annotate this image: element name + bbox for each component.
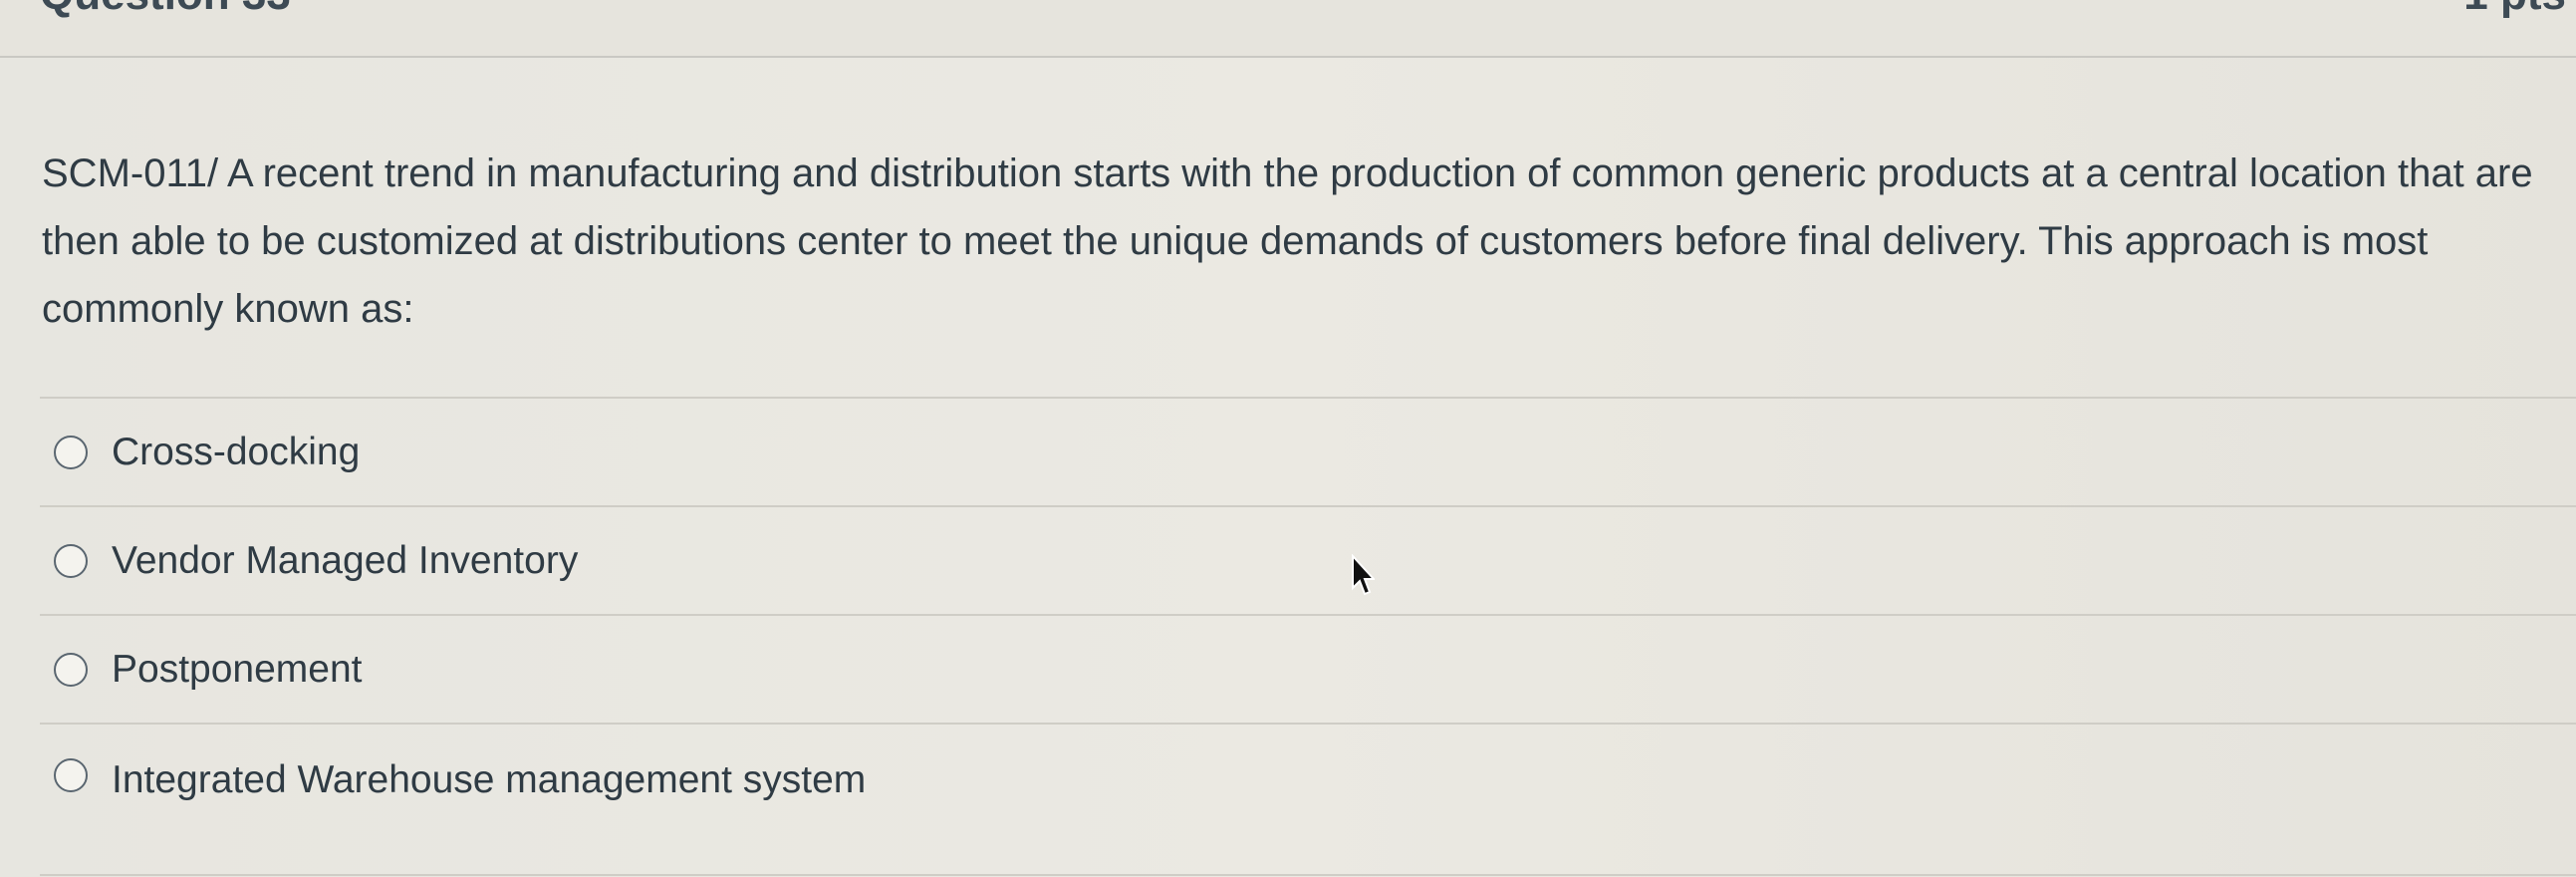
mouse-pointer-icon xyxy=(1352,554,1375,596)
answer-option-postponement[interactable]: Postponement xyxy=(40,614,2576,723)
answer-option-cross-docking[interactable]: Cross-docking xyxy=(40,397,2576,505)
question-text: SCM-011/ A recent trend in manufacturing… xyxy=(42,151,2533,331)
radio-unselected-icon[interactable] xyxy=(54,435,88,469)
answer-label[interactable]: Integrated Warehouse management system xyxy=(112,758,866,802)
answer-label[interactable]: Cross-docking xyxy=(112,431,360,474)
question-points: 1 pts xyxy=(2463,0,2566,20)
radio-unselected-icon[interactable] xyxy=(54,758,88,792)
answer-list: Cross-docking Vendor Managed Inventory P… xyxy=(40,397,2576,876)
answer-option-integrated-warehouse-management-system[interactable]: Integrated Warehouse management system xyxy=(40,723,2576,876)
radio-unselected-icon[interactable] xyxy=(54,543,88,578)
answer-option-vendor-managed-inventory[interactable]: Vendor Managed Inventory xyxy=(40,505,2576,614)
quiz-page: Question 33 1 pts SCM-011/ A recent tren… xyxy=(0,0,2576,877)
question-title: Question 33 xyxy=(40,0,291,20)
answer-label[interactable]: Vendor Managed Inventory xyxy=(112,539,578,583)
radio-unselected-icon[interactable] xyxy=(54,652,88,687)
answer-label[interactable]: Postponement xyxy=(112,648,363,692)
question-header: Question 33 1 pts xyxy=(0,0,2576,58)
